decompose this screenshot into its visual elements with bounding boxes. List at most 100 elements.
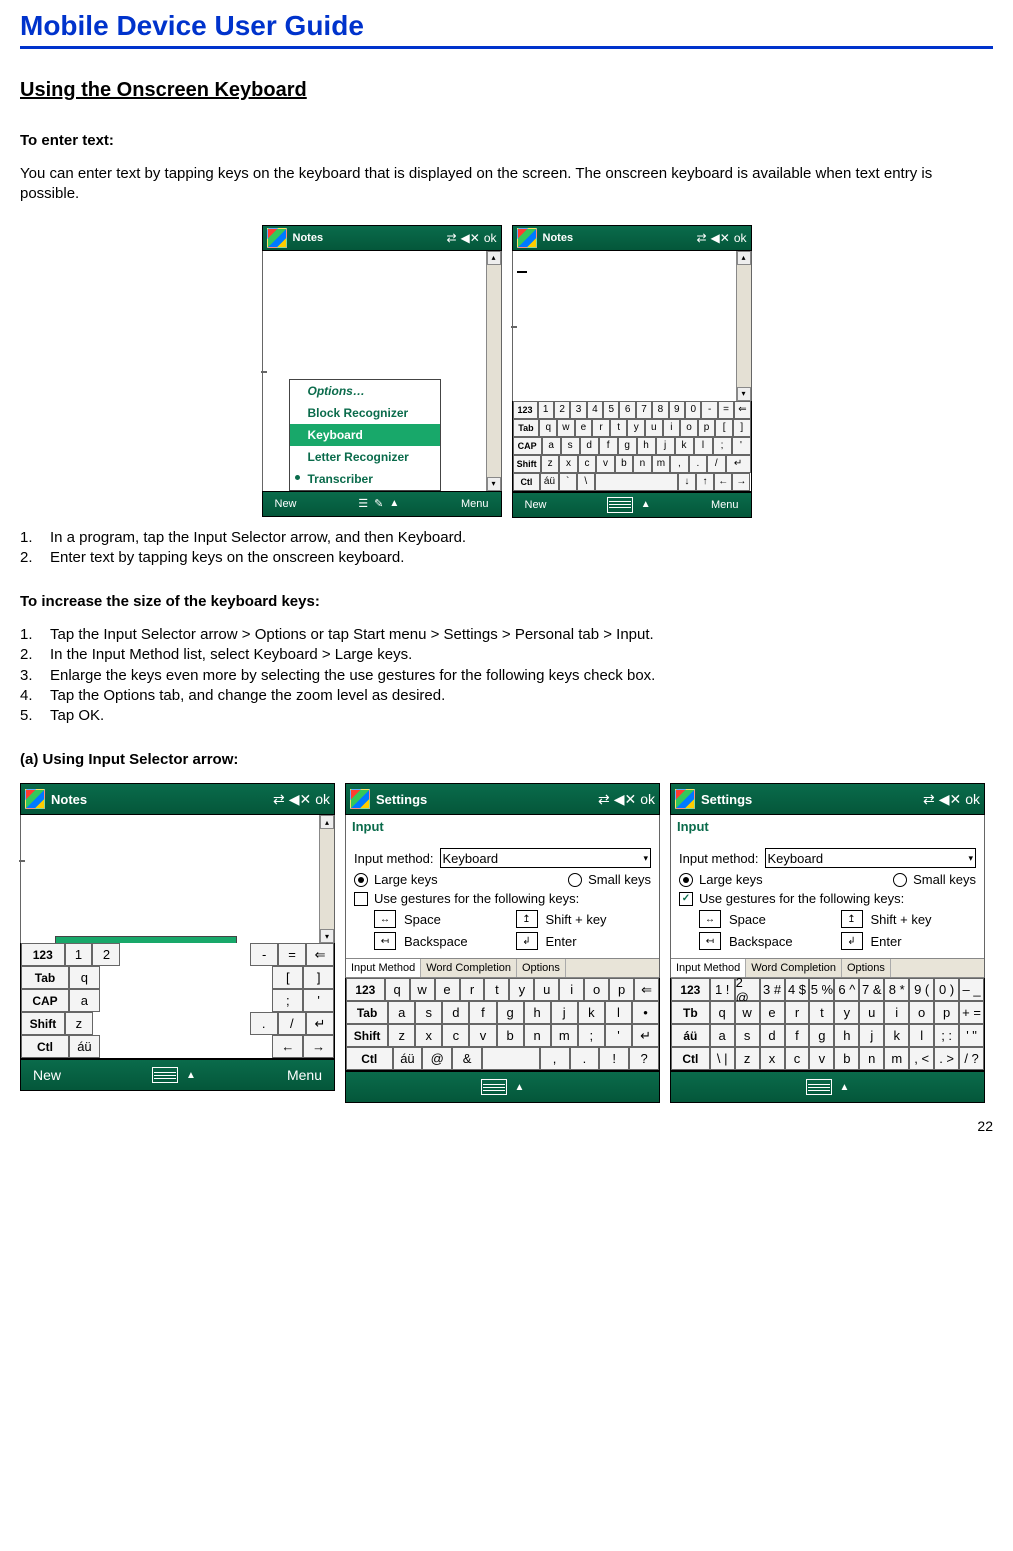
key[interactable]: o bbox=[584, 978, 609, 1001]
tab-word-completion[interactable]: Word Completion bbox=[746, 959, 842, 977]
input-method-select[interactable]: Keyboard▾ bbox=[440, 848, 652, 868]
input-selector-arrow[interactable]: ▲ bbox=[389, 498, 399, 509]
input-selector-arrow[interactable]: ▲ bbox=[515, 1082, 525, 1093]
key[interactable]: b bbox=[497, 1024, 524, 1047]
key[interactable]: e bbox=[575, 419, 593, 437]
checkbox-use-gestures[interactable]: ✓ bbox=[679, 892, 693, 906]
start-icon[interactable] bbox=[350, 789, 370, 809]
key[interactable]: ' bbox=[303, 989, 334, 1012]
key[interactable]: = bbox=[278, 943, 306, 966]
key[interactable]: c bbox=[785, 1047, 810, 1070]
key[interactable]: y bbox=[627, 419, 645, 437]
key[interactable]: 4 bbox=[587, 401, 603, 419]
ok-button[interactable]: ok bbox=[484, 231, 497, 245]
key[interactable]: o bbox=[680, 419, 698, 437]
key[interactable]: 9 ( bbox=[909, 978, 934, 1001]
radio-large-keys[interactable] bbox=[354, 873, 368, 887]
key[interactable]: 6 bbox=[619, 401, 635, 419]
key[interactable]: . bbox=[250, 1012, 278, 1035]
cmd-list-icon[interactable]: ☰ bbox=[358, 497, 368, 510]
key[interactable]: , bbox=[670, 455, 688, 473]
tab-options[interactable]: Options bbox=[517, 959, 566, 977]
key[interactable]: \ | bbox=[710, 1047, 735, 1070]
key[interactable]: a bbox=[69, 989, 100, 1012]
start-icon[interactable] bbox=[517, 228, 537, 248]
key[interactable]: s bbox=[735, 1024, 760, 1047]
im-transcriber[interactable]: Transcriber bbox=[290, 468, 440, 490]
key[interactable]: 5 % bbox=[809, 978, 834, 1001]
key[interactable]: x bbox=[559, 455, 577, 473]
key[interactable]: z bbox=[388, 1024, 415, 1047]
key-123[interactable]: 123 bbox=[21, 943, 65, 966]
cmd-new[interactable]: New bbox=[33, 1067, 61, 1083]
key-tab[interactable]: Tab bbox=[346, 1001, 388, 1024]
key-shift[interactable]: Shift bbox=[513, 455, 541, 473]
scroll-up-button[interactable]: ▴ bbox=[487, 251, 501, 265]
key[interactable]: r bbox=[592, 419, 610, 437]
key[interactable]: y bbox=[509, 978, 534, 1001]
key[interactable]: h bbox=[524, 1001, 551, 1024]
radio-small-keys[interactable] bbox=[893, 873, 907, 887]
key[interactable]: 8 bbox=[652, 401, 668, 419]
sip-button[interactable] bbox=[806, 1079, 832, 1095]
key[interactable]: l bbox=[605, 1001, 632, 1024]
key[interactable]: f bbox=[785, 1024, 810, 1047]
key[interactable]: = bbox=[718, 401, 734, 419]
key[interactable]: c bbox=[578, 455, 596, 473]
key-space[interactable] bbox=[482, 1047, 540, 1070]
key[interactable]: 5 bbox=[603, 401, 619, 419]
key[interactable]: a bbox=[710, 1024, 735, 1047]
volume-icon[interactable]: ◀✕ bbox=[289, 791, 312, 808]
scroll-down-button[interactable]: ▾ bbox=[737, 387, 751, 401]
note-canvas[interactable]: ▴ ▾ Options… Block Recognizer Keyboard L… bbox=[20, 815, 335, 943]
key[interactable]: & bbox=[452, 1047, 482, 1070]
start-icon[interactable] bbox=[25, 789, 45, 809]
key-tab[interactable]: Tab bbox=[21, 966, 69, 989]
radio-large-keys[interactable] bbox=[679, 873, 693, 887]
key-tab[interactable]: Tab bbox=[513, 419, 540, 437]
connectivity-icon[interactable]: ⇄ bbox=[598, 791, 610, 808]
key-backspace[interactable]: ⇐ bbox=[306, 943, 334, 966]
tab-options[interactable]: Options bbox=[842, 959, 891, 977]
key[interactable]: [ bbox=[272, 966, 303, 989]
key[interactable]: \ bbox=[577, 473, 595, 491]
key[interactable]: k bbox=[578, 1001, 605, 1024]
key[interactable]: z bbox=[541, 455, 559, 473]
key[interactable]: d bbox=[442, 1001, 469, 1024]
key[interactable]: q bbox=[385, 978, 410, 1001]
key-intl[interactable]: áü bbox=[540, 473, 558, 491]
key[interactable]: n bbox=[524, 1024, 551, 1047]
key[interactable]: z bbox=[735, 1047, 760, 1070]
key[interactable]: j bbox=[859, 1024, 884, 1047]
key[interactable]: / bbox=[278, 1012, 306, 1035]
key[interactable]: j bbox=[656, 437, 675, 455]
connectivity-icon[interactable]: ⇄ bbox=[273, 791, 285, 808]
key-intl[interactable]: áü bbox=[69, 1035, 100, 1058]
key[interactable]: ] bbox=[733, 419, 751, 437]
onscreen-keyboard-small[interactable]: 123 1 2 3 4 5 6 7 8 9 0 - = ⇐ Tab q w e … bbox=[512, 401, 752, 492]
key-arrow-left[interactable]: ← bbox=[714, 473, 732, 491]
ok-button[interactable]: ok bbox=[640, 791, 655, 807]
key[interactable]: q bbox=[69, 966, 100, 989]
key[interactable]: w bbox=[410, 978, 435, 1001]
key[interactable]: i bbox=[663, 419, 681, 437]
key[interactable]: ; bbox=[272, 989, 303, 1012]
key[interactable]: u bbox=[645, 419, 663, 437]
key[interactable]: d bbox=[580, 437, 599, 455]
key[interactable]: e bbox=[435, 978, 460, 1001]
start-icon[interactable] bbox=[675, 789, 695, 809]
key[interactable]: l bbox=[694, 437, 713, 455]
cmd-menu[interactable]: Menu bbox=[711, 499, 739, 511]
key[interactable]: t bbox=[809, 1001, 834, 1024]
key-arrow-left[interactable]: ← bbox=[272, 1035, 303, 1058]
key[interactable]: h bbox=[637, 437, 656, 455]
scrollbar[interactable]: ▴ ▾ bbox=[736, 251, 751, 401]
key-backspace[interactable]: ⇐ bbox=[634, 978, 659, 1001]
key[interactable]: l bbox=[909, 1024, 934, 1047]
key[interactable]: ` bbox=[559, 473, 577, 491]
key-123[interactable]: 123 bbox=[671, 978, 710, 1001]
im-letter-recognizer[interactable]: Letter Recognizer bbox=[290, 446, 440, 468]
key[interactable]: 3 bbox=[570, 401, 586, 419]
key[interactable]: q bbox=[539, 419, 557, 437]
key[interactable]: 6 ^ bbox=[834, 978, 859, 1001]
